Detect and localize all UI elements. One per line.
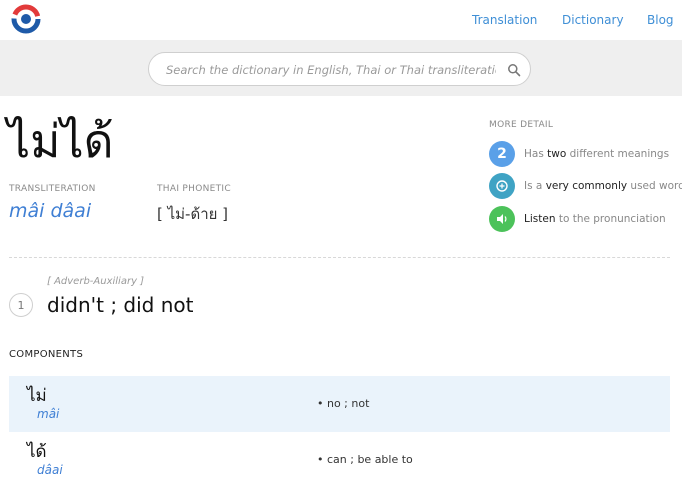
phonetic-label: THAI PHONETIC: [157, 184, 231, 194]
frequency-text: Is a very commonly used word: [524, 180, 682, 192]
nav-blog[interactable]: Blog: [647, 13, 674, 27]
search-input[interactable]: [166, 60, 496, 80]
components-title: COMPONENTS: [9, 349, 84, 360]
search-icon[interactable]: [507, 63, 521, 77]
top-bar: Translation Dictionary Blog: [0, 0, 682, 40]
transliteration-label: TRANSLITERATION: [9, 184, 96, 194]
meanings-count-row: 2 Has two different meanings: [489, 141, 669, 167]
component-thai[interactable]: ไม่: [27, 382, 47, 409]
part-of-speech: [ Adverb-Auxiliary ]: [47, 276, 145, 287]
site-logo[interactable]: [9, 4, 43, 34]
thai-phonetic: [ ไม่-ด้าย ]: [157, 205, 229, 223]
component-row[interactable]: ไม่ mâi • no ; not: [9, 376, 670, 432]
component-thai[interactable]: ได้: [27, 438, 47, 465]
meanings-count-badge: 2: [489, 141, 515, 167]
component-definition: • can ; be able to: [317, 453, 413, 466]
search-box: [148, 52, 531, 86]
frequency-icon: [489, 173, 515, 199]
more-detail-title: MORE DETAIL: [489, 120, 554, 130]
meaning-number-badge: 1: [9, 293, 33, 317]
nav-translation[interactable]: Translation: [472, 13, 537, 27]
component-row[interactable]: ได้ dâai • can ; be able to: [9, 432, 670, 485]
meaning-text: didn't ; did not: [47, 293, 194, 317]
search-bar: [0, 40, 682, 96]
pronunciation-row[interactable]: Listen to the pronunciation: [489, 206, 666, 232]
transliteration: mâi dâai: [9, 200, 92, 222]
speaker-icon[interactable]: [489, 206, 515, 232]
pronunciation-text[interactable]: Listen to the pronunciation: [524, 213, 666, 225]
component-transliteration: mâi: [37, 407, 60, 421]
divider: [9, 257, 670, 258]
component-definition: • no ; not: [317, 397, 370, 410]
nav-dictionary[interactable]: Dictionary: [562, 13, 624, 27]
frequency-row: Is a very commonly used word: [489, 173, 682, 199]
meanings-count-text: Has two different meanings: [524, 148, 670, 160]
headword: ไม่ได้: [7, 114, 114, 168]
component-transliteration: dâai: [37, 463, 63, 477]
